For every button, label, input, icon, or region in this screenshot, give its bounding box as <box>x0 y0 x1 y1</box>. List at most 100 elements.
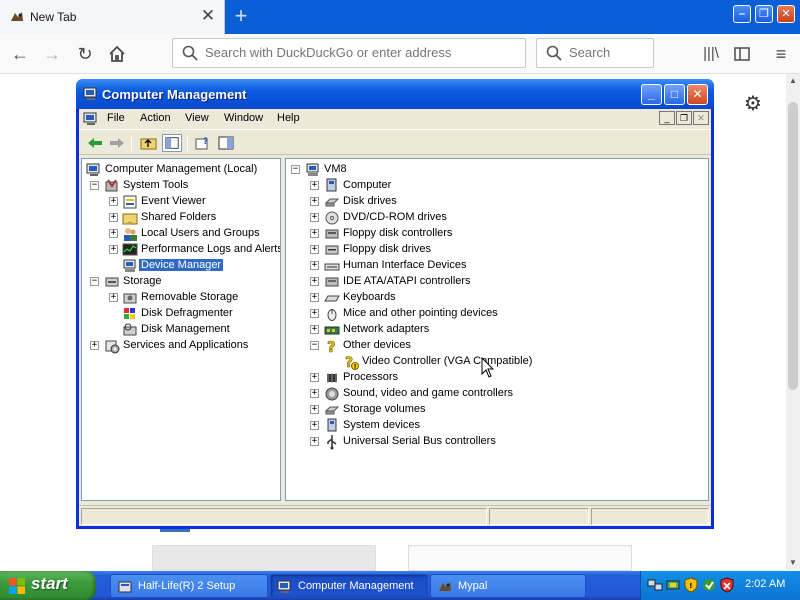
device-tray-icon[interactable] <box>665 577 681 593</box>
device-category-sound[interactable]: + Sound, video and game controllers <box>286 386 706 402</box>
forward-arrow-icon[interactable]: → <box>40 42 64 66</box>
taskbar-button-computer-management[interactable]: Computer Management <box>270 574 428 598</box>
up-folder-icon[interactable] <box>139 134 159 152</box>
security-center-icon[interactable] <box>719 577 735 593</box>
mdi-restore-button[interactable]: ❐ <box>676 111 692 125</box>
device-category-floppy-drives[interactable]: + Floppy disk drives <box>286 242 706 258</box>
window-minimize-button[interactable]: _ <box>641 84 662 105</box>
help-properties-icon[interactable]: ? <box>193 134 213 152</box>
expand-toggle[interactable]: + <box>90 341 99 350</box>
hamburger-menu-icon[interactable]: ≡ <box>769 42 793 66</box>
browser-tab[interactable]: New Tab ✕ <box>0 0 225 34</box>
menu-help[interactable]: Help <box>277 112 300 124</box>
reload-icon[interactable]: ↻ <box>73 42 97 66</box>
device-category-dvd-cdrom[interactable]: + DVD/CD-ROM drives <box>286 210 706 226</box>
expand-toggle[interactable]: + <box>310 229 319 238</box>
device-category-keyboards[interactable]: + Keyboards <box>286 290 706 306</box>
tree-item-computer-management[interactable]: Computer Management (Local) <box>82 162 280 178</box>
show-action-pane-icon[interactable] <box>216 134 236 152</box>
device-category-storage-volumes[interactable]: + Storage volumes <box>286 402 706 418</box>
home-icon[interactable] <box>105 42 129 66</box>
browser-minimize-button[interactable]: – <box>733 5 751 23</box>
sidebar-icon[interactable] <box>730 42 754 66</box>
mdi-system-menu-icon[interactable] <box>83 111 99 127</box>
tree-item-performance-logs[interactable]: + Performance Logs and Alerts <box>82 242 280 258</box>
scroll-up-arrow-icon[interactable]: ▲ <box>786 74 800 88</box>
device-category-system-devices[interactable]: + System devices <box>286 418 706 434</box>
expand-toggle[interactable]: + <box>310 421 319 430</box>
search-input[interactable] <box>569 45 649 60</box>
tree-item-system-tools[interactable]: − System Tools <box>82 178 280 194</box>
expand-toggle[interactable]: + <box>310 245 319 254</box>
gear-icon[interactable]: ⚙ <box>742 93 764 115</box>
expand-toggle[interactable]: + <box>310 389 319 398</box>
collapse-toggle[interactable]: − <box>90 181 99 190</box>
back-arrow-icon[interactable] <box>85 134 105 152</box>
scroll-down-arrow-icon[interactable]: ▼ <box>786 556 800 570</box>
page-tile[interactable] <box>408 545 632 571</box>
start-button[interactable]: start <box>0 571 96 600</box>
collapse-toggle[interactable]: − <box>90 277 99 286</box>
expand-toggle[interactable]: + <box>310 437 319 446</box>
tree-item-vm8[interactable]: − VM8 <box>286 162 706 178</box>
expand-toggle[interactable]: + <box>310 293 319 302</box>
taskbar-button-mypal[interactable]: Mypal <box>430 574 586 598</box>
tree-item-services-applications[interactable]: + Services and Applications <box>82 338 280 354</box>
network-tray-icon[interactable] <box>647 577 663 593</box>
mdi-close-button[interactable]: ✕ <box>693 111 709 125</box>
taskbar-button-halflife-setup[interactable]: Half-Life(R) 2 Setup <box>110 574 268 598</box>
expand-toggle[interactable]: + <box>310 197 319 206</box>
expand-toggle[interactable]: + <box>310 373 319 382</box>
tree-item-local-users[interactable]: + Local Users and Groups <box>82 226 280 242</box>
expand-toggle[interactable]: + <box>310 261 319 270</box>
device-category-hid[interactable]: + Human Interface Devices <box>286 258 706 274</box>
page-vertical-scrollbar[interactable]: ▲ ▼ <box>786 74 800 570</box>
device-category-disk-drives[interactable]: + Disk drives <box>286 194 706 210</box>
expand-toggle[interactable]: + <box>109 197 118 206</box>
device-category-floppy-controllers[interactable]: + Floppy disk controllers <box>286 226 706 242</box>
tree-item-shared-folders[interactable]: + Shared Folders <box>82 210 280 226</box>
window-close-button[interactable]: ✕ <box>687 84 708 105</box>
expand-toggle[interactable]: + <box>310 325 319 334</box>
update-tray-icon[interactable] <box>701 577 717 593</box>
expand-toggle[interactable]: + <box>109 213 118 222</box>
expand-toggle[interactable]: + <box>310 405 319 414</box>
device-category-mice[interactable]: + Mice and other pointing devices <box>286 306 706 322</box>
url-bar[interactable] <box>172 38 526 68</box>
device-video-controller[interactable]: ?! Video Controller (VGA Compatible) <box>286 354 706 370</box>
url-input[interactable] <box>205 45 505 60</box>
expand-toggle[interactable]: + <box>109 245 118 254</box>
device-category-computer[interactable]: + Computer <box>286 178 706 194</box>
menu-action[interactable]: Action <box>140 112 171 124</box>
show-hide-tree-icon[interactable] <box>162 134 182 152</box>
tree-item-storage[interactable]: − Storage <box>82 274 280 290</box>
browser-restore-button[interactable]: ❐ <box>755 5 773 23</box>
collapse-toggle[interactable]: − <box>310 341 319 350</box>
device-category-processors[interactable]: + Processors <box>286 370 706 386</box>
window-titlebar[interactable]: Computer Management _ □ ✕ <box>76 79 714 109</box>
device-category-other-devices[interactable]: − ? Other devices <box>286 338 706 354</box>
expand-toggle[interactable]: + <box>109 293 118 302</box>
security-shield-icon[interactable]: ! <box>683 577 699 593</box>
page-tile[interactable] <box>152 545 376 571</box>
search-bar[interactable] <box>536 38 654 68</box>
tree-item-disk-defragmenter[interactable]: Disk Defragmenter <box>82 306 280 322</box>
expand-toggle[interactable]: + <box>310 277 319 286</box>
tree-item-device-manager[interactable]: Device Manager <box>82 258 280 274</box>
expand-toggle[interactable]: + <box>310 309 319 318</box>
tree-item-disk-management[interactable]: Disk Management <box>82 322 280 338</box>
window-maximize-button[interactable]: □ <box>664 84 685 105</box>
tab-close-icon[interactable]: ✕ <box>199 6 217 26</box>
tree-item-removable-storage[interactable]: + Removable Storage <box>82 290 280 306</box>
expand-toggle[interactable]: + <box>310 181 319 190</box>
collapse-toggle[interactable]: − <box>291 165 300 174</box>
scrollbar-thumb[interactable] <box>788 102 798 390</box>
forward-arrow-icon[interactable] <box>107 134 127 152</box>
menu-file[interactable]: File <box>107 112 125 124</box>
browser-close-button[interactable]: ✕ <box>777 5 795 23</box>
device-category-network-adapters[interactable]: + Network adapters <box>286 322 706 338</box>
back-arrow-icon[interactable]: ← <box>8 42 32 66</box>
expand-toggle[interactable]: + <box>109 229 118 238</box>
device-category-usb[interactable]: + Universal Serial Bus controllers <box>286 434 706 450</box>
device-category-ide-controllers[interactable]: + IDE ATA/ATAPI controllers <box>286 274 706 290</box>
